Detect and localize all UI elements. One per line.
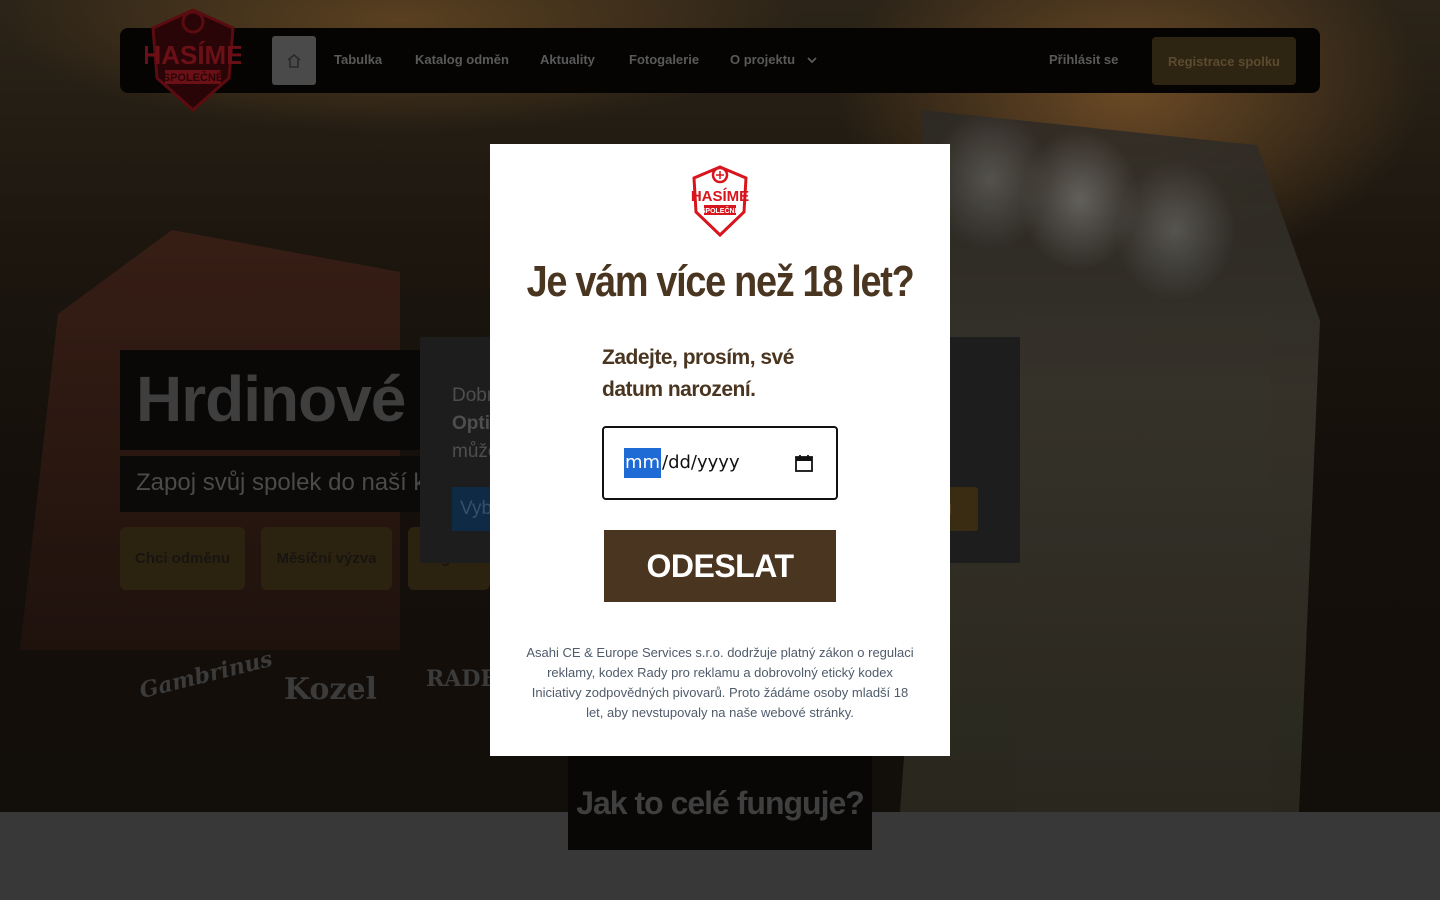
how-it-works-box: Jak to celé funguje? [568, 756, 872, 850]
chevron-down-icon[interactable] [806, 55, 818, 65]
radegast-logo: RADEG [426, 666, 490, 692]
register-button[interactable]: Registrace spolku [1152, 37, 1296, 85]
modal-logo: HASÍME SPOLEČNÉ [691, 165, 749, 238]
cookie-text-line2: Opti [452, 413, 490, 434]
date-month-segment[interactable]: mm [624, 448, 662, 478]
logo-text-line1: HASÍME [145, 40, 241, 70]
logo-text-line2: SPOLEČNÉ [163, 71, 224, 84]
modal-logo-line1: HASÍME [691, 188, 749, 205]
hero-subtitle-box: Zapoj svůj spolek do naší k [120, 456, 460, 512]
modal-title: Je vám více než 18 let? [526, 257, 915, 306]
age-verification-modal: HASÍME SPOLEČNÉ Je vám více než 18 let? … [490, 144, 950, 756]
nav-link-o-projektu[interactable]: O projektu [730, 52, 795, 67]
modal-logo-line2: SPOLEČNÉ [701, 206, 740, 215]
nav-link-fotogalerie[interactable]: Fotogalerie [629, 52, 699, 67]
submit-button[interactable]: ODESLAT [604, 530, 836, 602]
nav-link-katalog[interactable]: Katalog odměn [415, 52, 509, 67]
date-day-year-segments[interactable]: /dd/yyyy [662, 448, 740, 478]
how-it-works-title: Jak to celé funguje? [576, 784, 865, 821]
kozel-logo: Kozel [284, 672, 377, 707]
home-button[interactable] [272, 36, 316, 85]
home-icon [287, 53, 301, 68]
cookie-text-line1: Dobr [452, 385, 494, 406]
calendar-icon[interactable] [794, 453, 814, 473]
nav-link-tabulka[interactable]: Tabulka [334, 52, 382, 67]
login-link[interactable]: Přihlásit se [1049, 52, 1118, 67]
nav-link-aktuality[interactable]: Aktuality [540, 52, 595, 67]
hero-title-box: Hrdinové me [120, 350, 460, 450]
hero-title: Hrdinové me [136, 363, 460, 435]
reward-button[interactable]: Chci odměnu [120, 527, 245, 590]
birthdate-input[interactable]: mm /dd/yyyy [602, 426, 838, 500]
hero-subtitle: Zapoj svůj spolek do naší k [136, 469, 426, 496]
hasime-spolecne-logo[interactable]: HASÍME SPOLEČNÉ [145, 6, 241, 114]
birthdate-prompt: Zadejte, prosím, své datum narození. [602, 346, 794, 401]
legal-disclaimer: Asahi CE & Europe Services s.r.o. dodržu… [526, 645, 914, 720]
monthly-challenge-button[interactable]: Měsíční výzva [261, 527, 392, 590]
